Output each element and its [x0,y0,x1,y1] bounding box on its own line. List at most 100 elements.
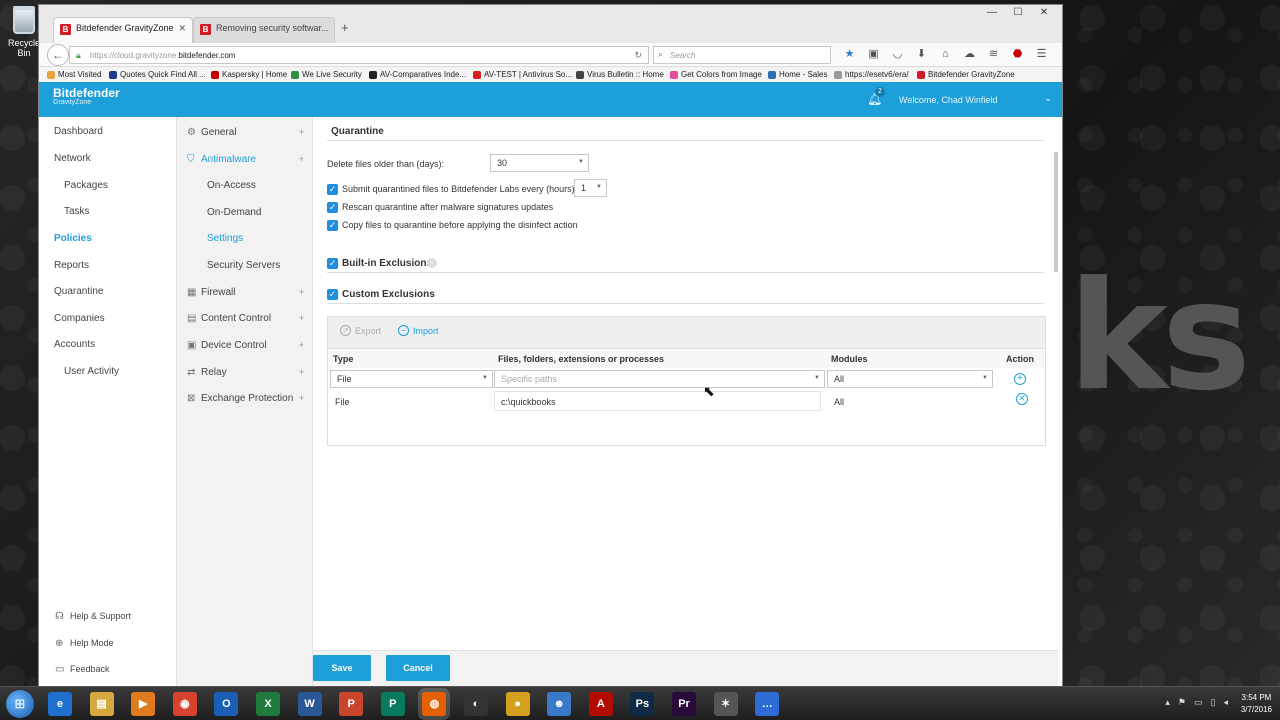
nav-help-support[interactable]: ☊ Help & Support [55,611,131,622]
nav-help-mode[interactable]: ⊕ Help Mode [55,638,114,649]
nav-accounts[interactable]: Accounts [54,339,95,350]
taskbar-internet-explorer-icon[interactable]: e [48,692,72,716]
bitdefender-logo[interactable]: Bitdefender GravityZone [53,87,120,106]
taskbar-excel-icon[interactable]: X [256,692,280,716]
taskbar-outlook-icon[interactable]: O [214,692,239,716]
tray-display-icon[interactable]: ▭ [1194,697,1203,708]
taskbar-chat-icon[interactable]: … [755,692,780,716]
nav-dashboard[interactable]: Dashboard [54,126,103,137]
tray-chevron-up-icon[interactable]: ▴ [1165,697,1170,708]
expand-plus-icon[interactable]: + [299,367,304,377]
delete-days-select[interactable]: 30 ▼ [490,154,589,172]
taskbar-chrome-icon[interactable]: ◉ [172,692,197,716]
chat-icon[interactable]: ☁ [963,47,976,61]
adblock-icon[interactable]: ⬣ [1011,47,1024,61]
submit-hours-select[interactable]: 1 ▼ [574,179,607,197]
new-tab-button[interactable]: + [341,20,349,35]
import-button[interactable]: − Import [398,325,439,336]
bookmark-star-icon[interactable]: ★ [843,47,856,61]
section-antimalware[interactable]: ⛉ Antimalware + [187,154,304,165]
taskbar-premiere-icon[interactable]: Pr [672,692,696,716]
section-firewall[interactable]: ▦ Firewall + [187,287,304,298]
add-exclusion-plus-icon[interactable]: + [1014,373,1026,385]
hamburger-menu-icon[interactable]: ☰ [1035,47,1048,61]
taskbar-file-explorer-icon[interactable]: ▤ [89,692,114,716]
submit-labs-checkbox[interactable]: ✓ [327,184,338,195]
export-button[interactable]: ↗ Export [340,325,381,336]
taskbar-clock[interactable]: 3:54 PM 3/7/2016 [1241,692,1272,716]
bookmark-av-comparatives[interactable]: AV-Comparatives Inde... [369,70,466,79]
builtin-exclusions-checkbox[interactable]: ✓ [327,258,338,269]
taskbar-acrobat-icon[interactable]: A [588,692,613,716]
expand-plus-icon[interactable]: + [299,340,304,350]
bookmark-bitdefender[interactable]: Bitdefender GravityZone [917,70,1015,79]
bookmark-we-live-security[interactable]: We Live Security [291,70,362,79]
remove-exclusion-x-icon[interactable]: ✕ [1016,393,1028,405]
taskbar-obs-icon[interactable]: ◐ [464,692,488,716]
nav-network[interactable]: Network [54,153,91,164]
section-general[interactable]: ⚙ General + [187,127,304,138]
url-bar[interactable]: 🔒︎ https://cloud.gravityzone.bitdefender… [69,46,649,64]
taskbar-powerpoint-icon[interactable]: P [339,692,364,716]
section-exchange-protection[interactable]: ⊠ Exchange Protection + [187,393,304,404]
modules-select[interactable]: All ▼ [827,370,993,388]
cancel-button[interactable]: Cancel [386,655,450,681]
chevron-down-icon[interactable]: ⌄ [1044,93,1052,104]
vertical-scrollbar[interactable] [1054,152,1058,272]
nav-policies[interactable]: Policies [54,233,92,244]
expand-plus-icon[interactable]: + [299,287,304,297]
clipboard-icon[interactable]: ▣ [867,47,880,61]
expand-plus-icon[interactable]: + [299,313,304,323]
specific-paths-input[interactable]: Specific paths ▼ [494,370,825,388]
section-security-servers[interactable]: Security Servers [207,260,280,271]
close-window-button[interactable]: ✕ [1032,7,1056,19]
home-icon[interactable]: ⌂ [939,47,952,61]
nav-tasks[interactable]: Tasks [64,206,90,217]
bookmark-eset[interactable]: https://esetv6/era/ [834,70,909,79]
nav-packages[interactable]: Packages [64,180,108,191]
section-device-control[interactable]: ▣ Device Control + [187,340,304,351]
maximize-button[interactable]: ☐ [1006,7,1030,19]
taskbar-app-12-icon[interactable]: ● [505,692,530,716]
bookmark-virus-bulletin[interactable]: Virus Bulletin :: Home [576,70,664,79]
nav-companies[interactable]: Companies [54,313,105,324]
download-icon[interactable]: ⬇ [915,47,928,61]
nav-feedback[interactable]: ▭ Feedback [55,664,110,675]
copy-files-checkbox[interactable]: ✓ [327,220,338,231]
taskbar-media-player-icon[interactable]: ▶ [131,692,156,716]
minimize-button[interactable]: — [980,7,1004,19]
pocket-icon[interactable]: ◡ [891,47,904,61]
tray-network-icon[interactable]: ▯ [1211,697,1216,708]
welcome-user[interactable]: Welcome, Chad Winfield [899,95,997,105]
tray-flag-icon[interactable]: ⚑ [1178,697,1186,708]
taskbar-photoshop-icon[interactable]: Ps [630,692,655,716]
expand-plus-icon[interactable]: + [299,127,304,137]
layers-icon[interactable]: ≋ [987,47,1000,61]
bookmark-av-test[interactable]: AV-TEST | Antivirus So... [473,70,572,79]
start-button-icon[interactable]: ⊞ [6,690,34,718]
bookmark-kaspersky[interactable]: Kaspersky | Home [211,70,287,79]
row-path[interactable]: c:\quickbooks [494,391,821,411]
tab-removing-security-software[interactable]: B Removing security softwar... [193,17,335,43]
nav-user-activity[interactable]: User Activity [64,366,119,377]
taskbar-app-17-icon[interactable]: ✶ [713,692,738,716]
tray-volume-icon[interactable]: ◂ [1223,697,1228,708]
search-input[interactable]: ⌕ Search [653,46,831,64]
bookmark-home-sales[interactable]: Home - Sales [768,70,827,79]
bookmark-quotes[interactable]: Quotes Quick Find All ... [109,70,206,79]
tab-close-icon[interactable]: ✕ [178,23,186,34]
tab-bitdefender-gravityzone[interactable]: B Bitdefender GravityZone ✕ [53,17,193,43]
taskbar-word-icon[interactable]: W [297,692,322,716]
save-button[interactable]: Save [313,655,371,681]
section-settings[interactable]: Settings [207,233,243,244]
custom-exclusions-checkbox[interactable]: ✓ [327,289,338,300]
expand-plus-icon[interactable]: + [299,393,304,403]
back-arrow-icon[interactable]: ← [47,44,69,66]
section-on-demand[interactable]: On-Demand [207,207,261,218]
taskbar-firefox-icon[interactable]: ◍ [422,692,447,716]
exclusion-type-select[interactable]: File ▼ [330,370,493,388]
reload-icon[interactable]: ↻ [634,50,642,61]
bookmark-most-visited[interactable]: Most Visited [47,70,101,79]
section-relay[interactable]: ⇄ Relay + [187,367,304,378]
nav-quarantine[interactable]: Quarantine [54,286,103,297]
